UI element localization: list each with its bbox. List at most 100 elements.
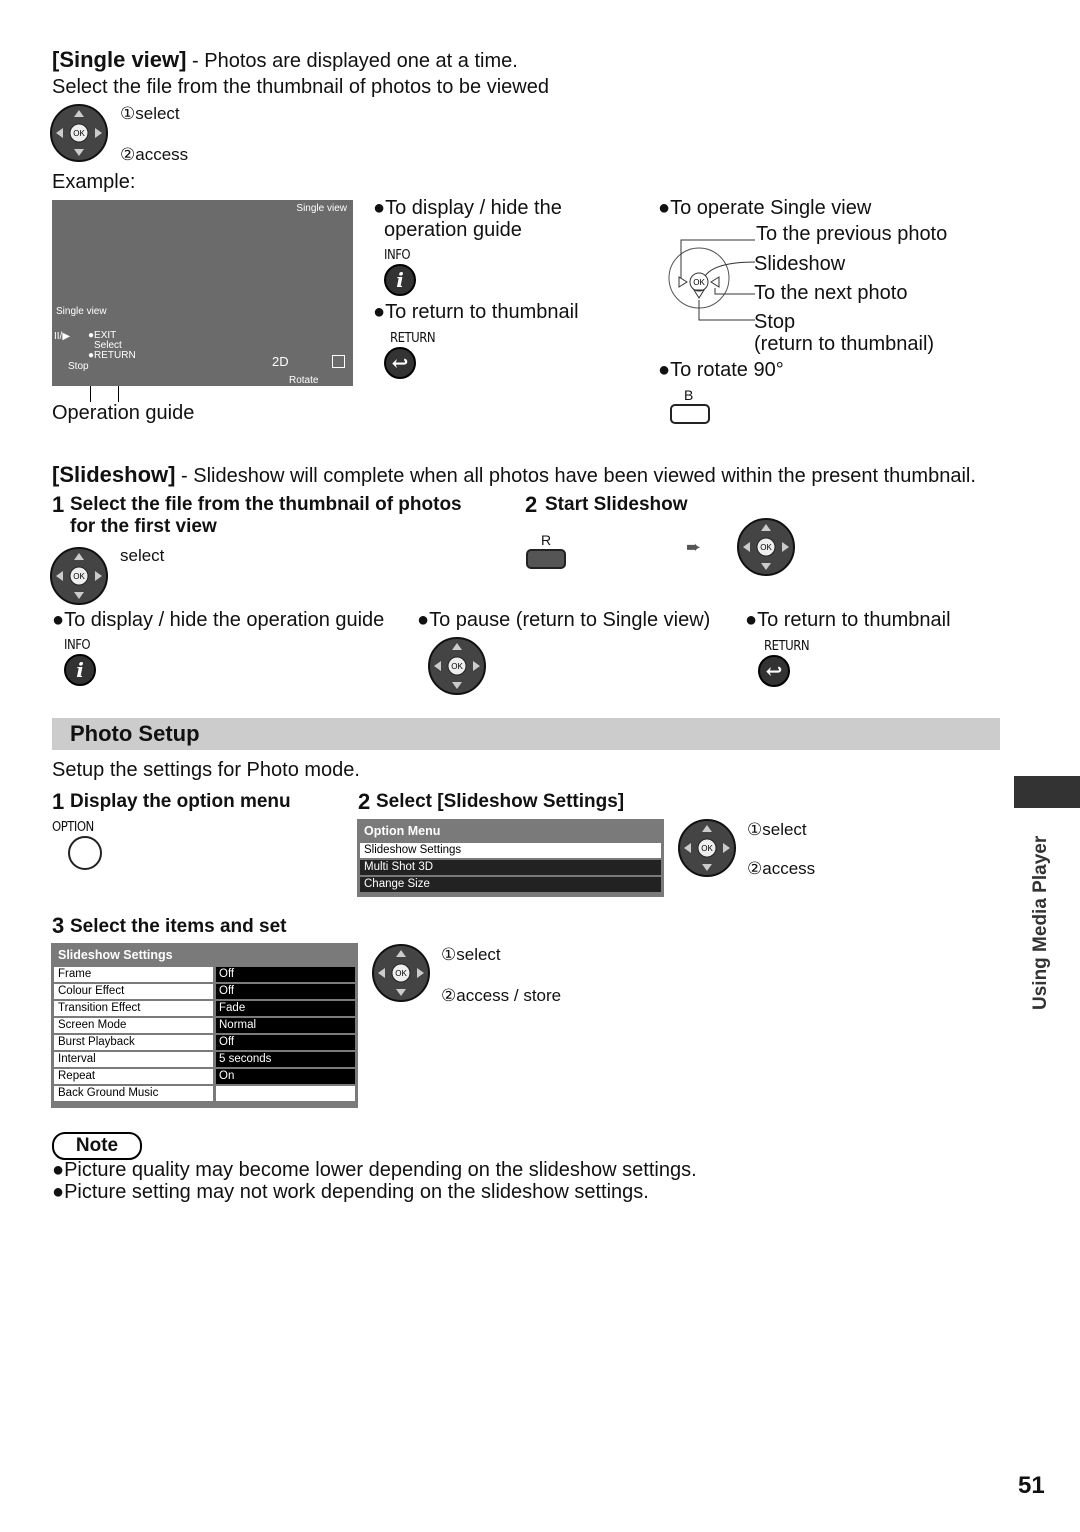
settings-row[interactable]: Interval 5 seconds [54, 1052, 355, 1067]
section-title: Photo Setup [70, 721, 200, 746]
setting-value: Fade [216, 1001, 355, 1016]
stop-label: Stop [754, 311, 796, 333]
select-label: ①select [441, 945, 501, 964]
display-hide-text: ●To display / hide the [373, 197, 562, 219]
setting-value: Off [216, 984, 355, 999]
info-label: INFO [64, 638, 91, 653]
svg-text:OK: OK [73, 572, 85, 581]
b-label: B [684, 387, 694, 403]
operate-text: ●To operate Single view [658, 197, 872, 219]
slideshow-settings-table: Slideshow Settings Frame Off Colour Effect… [51, 943, 358, 1108]
return-button-icon: ↩ [384, 347, 416, 379]
setting-name: Back Ground Music [54, 1086, 213, 1101]
setting-name: Screen Mode [54, 1018, 213, 1033]
info-label: INFO [384, 248, 411, 263]
heading-title: [Single view] [52, 47, 187, 72]
step1-text: Display the option menu [70, 791, 291, 812]
return-button-icon: ↩ [758, 655, 790, 687]
step2-text: Start Slideshow [545, 494, 688, 515]
step2-text: Select [Slideshow Settings] [376, 791, 625, 812]
settings-row[interactable]: Screen Mode Normal [54, 1018, 355, 1033]
r-button-icon [526, 549, 566, 569]
menu-item[interactable]: Change Size [360, 877, 661, 892]
single-view-heading: [Single view] - Photos are displayed one… [52, 47, 518, 73]
step3-text: Select the items and set [70, 916, 287, 937]
b-button-icon [670, 404, 710, 424]
dpad-icon: OK [372, 944, 430, 1002]
note-badge: Note [52, 1132, 142, 1160]
stop-hint: Stop [68, 361, 89, 372]
settings-row[interactable]: Colour Effect Off [54, 984, 355, 999]
rotate-text: ●To rotate 90° [658, 359, 784, 381]
display-hide-text: ●To display / hide the operation guide [52, 609, 385, 631]
settings-title: Slideshow Settings [58, 948, 173, 962]
navigation-diagram-icon: OK [668, 239, 756, 321]
return-label: RETURN [764, 639, 810, 654]
setting-name: Interval [54, 1052, 213, 1067]
info-button-icon: i [384, 264, 416, 296]
play-pause: II/▶ [54, 331, 71, 342]
svg-text:OK: OK [760, 543, 772, 552]
setting-value: Off [216, 967, 355, 982]
svg-text:OK: OK [701, 844, 713, 853]
setting-name: Frame [54, 967, 213, 982]
setting-value: On [216, 1069, 355, 1084]
return-label: RETURN [390, 331, 436, 346]
step1-text-2: for the first view [70, 516, 217, 537]
settings-row[interactable]: Back Ground Music [54, 1086, 355, 1101]
side-tab-label: Using Media Player [1030, 835, 1051, 1010]
dpad-icon: OK [50, 547, 108, 605]
display-hide-text-2: operation guide [384, 219, 522, 241]
dpad-icon: OK [678, 819, 736, 877]
select-label: select [120, 546, 165, 565]
access-label: ②access [120, 145, 189, 164]
prev-photo-label: To the previous photo [756, 223, 948, 245]
dpad-icon: OK [50, 104, 108, 162]
setting-name: Repeat [54, 1069, 213, 1084]
setting-value: Off [216, 1035, 355, 1050]
pause-text: ●To pause (return to Single view) [417, 609, 711, 631]
menu-item[interactable]: Slideshow Settings [360, 843, 661, 858]
setting-name: Transition Effect [54, 1001, 213, 1016]
option-button-icon [68, 836, 102, 870]
mode-2d: 2D [272, 354, 289, 369]
stop-note: (return to thumbnail) [754, 333, 935, 355]
setting-value: Normal [216, 1018, 355, 1033]
setting-value: 5 seconds [216, 1052, 355, 1067]
settings-row[interactable]: Burst Playback Off [54, 1035, 355, 1050]
example-label: Example: [52, 171, 136, 193]
r-label: R [541, 532, 552, 548]
option-menu: Option Menu Slideshow Settings Multi Sho… [357, 819, 664, 897]
arrow-right-icon: ➨ [686, 537, 702, 557]
rotate-hint: Rotate [289, 375, 319, 386]
heading-desc: - Slideshow will complete when all photo… [175, 465, 976, 487]
note-item: ●Picture setting may not work depending … [52, 1181, 649, 1203]
step-number: 2 [358, 789, 371, 814]
next-photo-label: To the next photo [754, 282, 908, 304]
settings-row[interactable]: Frame Off [54, 967, 355, 982]
menu-item[interactable]: Multi Shot 3D [360, 860, 661, 875]
settings-row[interactable]: Transition Effect Fade [54, 1001, 355, 1016]
side-tab [1014, 776, 1080, 808]
access-store-label: ②access / store [441, 986, 562, 1005]
pointer-line [118, 386, 119, 402]
svg-text:OK: OK [451, 662, 463, 671]
example-screen: Single view Single view II/▶ ●EXIT Selec… [52, 200, 353, 386]
setting-name: Burst Playback [54, 1035, 213, 1050]
instruction: Select the file from the thumbnail of ph… [52, 76, 549, 98]
settings-row[interactable]: Repeat On [54, 1069, 355, 1084]
square-icon [332, 355, 345, 368]
return-thumbnail-text: ●To return to thumbnail [373, 301, 579, 323]
slideshow-heading: [Slideshow] - Slideshow will complete wh… [52, 462, 976, 488]
manual-page: [Single view] - Photos are displayed one… [0, 0, 1080, 1532]
option-label: OPTION [52, 820, 94, 835]
pointer-line [90, 386, 91, 402]
guide-title: Single view [56, 306, 107, 317]
svg-text:OK: OK [395, 969, 407, 978]
page-number: 51 [1018, 1472, 1045, 1499]
operation-guide-label: Operation guide [52, 402, 195, 424]
access-label: ②access [747, 859, 816, 878]
dpad-icon: OK [428, 637, 486, 695]
select-label: ①select [120, 104, 180, 123]
slideshow-label: Slideshow [754, 253, 846, 275]
